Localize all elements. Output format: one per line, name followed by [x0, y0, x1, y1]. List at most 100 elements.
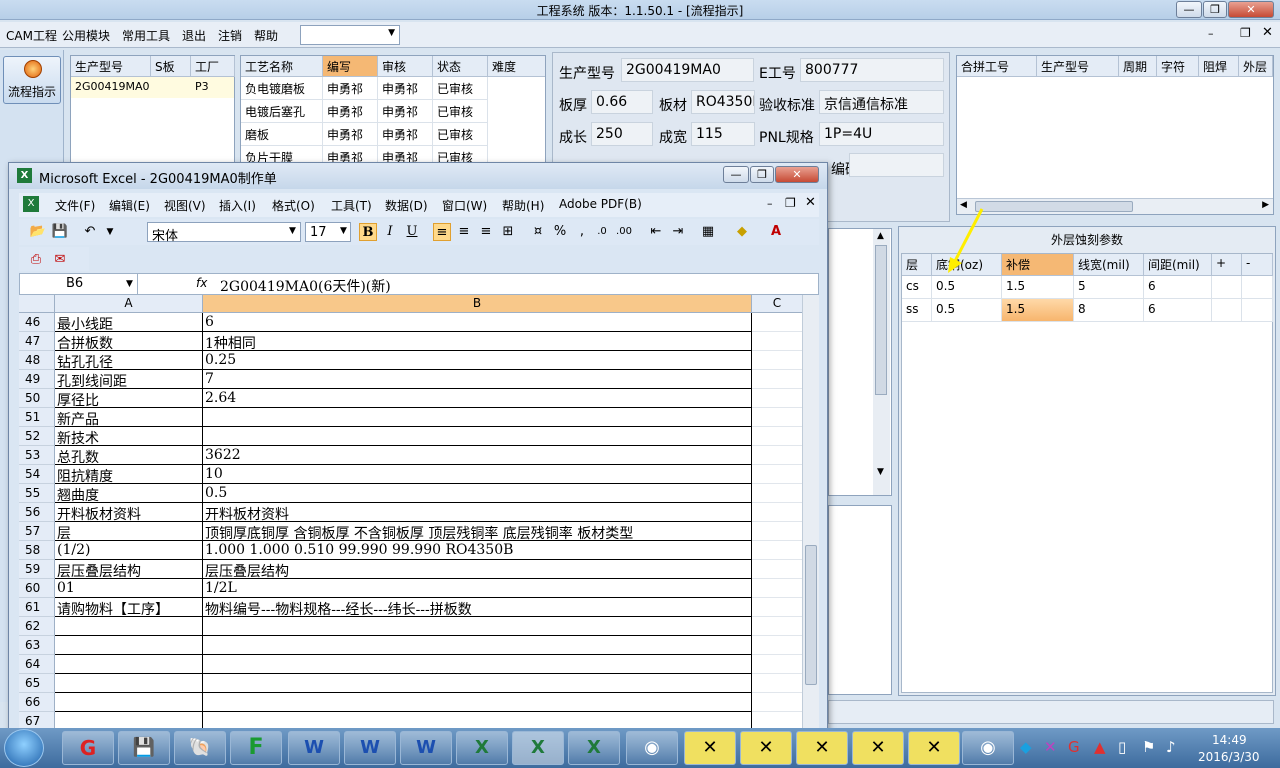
etch-spacing-cell[interactable]: 6 — [1144, 299, 1212, 322]
taskbar-excel-1[interactable]: X — [456, 731, 508, 765]
menu-help[interactable]: 帮助 — [254, 27, 278, 44]
clock-date[interactable]: 2016/3/30 — [1198, 750, 1260, 764]
column-header-b[interactable]: B — [203, 295, 752, 313]
cell-a[interactable]: 层压叠层结构 — [55, 560, 203, 579]
cell-a[interactable]: 01 — [55, 579, 203, 598]
cell-c[interactable] — [752, 674, 802, 693]
cell-c[interactable] — [752, 541, 802, 560]
row-number[interactable]: 63 — [19, 636, 55, 655]
open-icon[interactable]: 📂 — [29, 223, 47, 241]
cell-b[interactable] — [203, 655, 752, 674]
row-number[interactable]: 47 — [19, 332, 55, 351]
length-field[interactable]: 250 — [591, 122, 653, 146]
etch-col-compensation[interactable]: 补偿 — [1002, 254, 1074, 276]
cell-a[interactable]: 厚径比 — [55, 389, 203, 408]
taskbar-app-save[interactable]: 💾 — [118, 731, 170, 765]
excel-close-button[interactable]: ✕ — [775, 166, 819, 183]
taskbar-app-shell[interactable]: 🐚 — [174, 731, 226, 765]
cell-c[interactable] — [752, 579, 802, 598]
row-number[interactable]: 48 — [19, 351, 55, 370]
cell-a[interactable]: 开料板材资料 — [55, 503, 203, 522]
taskbar-app-x5[interactable]: ✕ — [908, 731, 960, 765]
merge-col-char[interactable]: 字符 — [1157, 56, 1199, 77]
cell-a[interactable]: 孔到线间距 — [55, 370, 203, 389]
increase-decimal-button[interactable]: .0 — [593, 223, 611, 241]
row-number[interactable]: 62 — [19, 617, 55, 636]
cell-a[interactable] — [55, 674, 203, 693]
menu-common-tools[interactable]: 常用工具 — [122, 27, 170, 44]
process-writer-cell[interactable]: 申勇祁 — [323, 100, 378, 123]
bold-button[interactable]: B — [359, 223, 377, 241]
process-reviewer-cell[interactable]: 申勇祁 — [378, 100, 433, 123]
close-button[interactable]: ✕ — [1228, 1, 1274, 18]
tray-x-icon[interactable]: ✕ — [1044, 738, 1057, 756]
font-color-button[interactable]: A — [767, 223, 785, 241]
cell-c[interactable] — [752, 351, 802, 370]
cell-b[interactable] — [203, 693, 752, 712]
xl-menu-adobe-pdf[interactable]: Adobe PDF(B) — [559, 197, 642, 211]
font-name-select[interactable]: 宋体 — [147, 222, 301, 244]
chevron-down-icon[interactable]: ▼ — [340, 226, 347, 236]
cell-c[interactable] — [752, 655, 802, 674]
menu-common-module[interactable]: 公用模块 — [62, 27, 110, 44]
scroll-thumb[interactable] — [805, 545, 817, 685]
row-number[interactable]: 53 — [19, 446, 55, 465]
row-number[interactable]: 58 — [19, 541, 55, 560]
sheet-vscrollbar[interactable] — [802, 295, 819, 735]
scroll-right-icon[interactable]: ▶ — [1262, 200, 1269, 210]
italic-button[interactable]: I — [381, 223, 399, 241]
process-writer-cell[interactable]: 申勇祁 — [323, 77, 378, 100]
process-name-cell[interactable]: 电镀后塞孔 — [241, 100, 323, 123]
xl-doc-restore-icon[interactable]: ❐ — [785, 196, 796, 210]
cell-c[interactable] — [752, 313, 802, 332]
column-header-a[interactable]: A — [55, 295, 203, 313]
cell-b[interactable]: 开料板材资料 — [203, 503, 752, 522]
order-col-factory[interactable]: 工厂 — [191, 56, 235, 77]
cell-a[interactable]: 钻孔孔径 — [55, 351, 203, 370]
cell-b[interactable]: 3622 — [203, 446, 752, 465]
cell-a[interactable]: 总孔数 — [55, 446, 203, 465]
etch-col-spacing[interactable]: 间距(mil) — [1144, 254, 1212, 276]
cell-a[interactable] — [55, 636, 203, 655]
xl-menu-tools[interactable]: 工具(T) — [331, 197, 372, 214]
scroll-thumb[interactable] — [875, 245, 887, 395]
chevron-down-icon[interactable]: ▼ — [289, 226, 296, 236]
formula-input[interactable]: 2G00419MA0(6天件)(新) — [220, 276, 391, 296]
cell-c[interactable] — [752, 389, 802, 408]
cell-b[interactable]: 2.64 — [203, 389, 752, 408]
xl-menu-help[interactable]: 帮助(H) — [502, 197, 544, 214]
row-number[interactable]: 52 — [19, 427, 55, 446]
increase-indent-button[interactable]: ⇥ — [669, 223, 687, 241]
restore-button[interactable]: ❐ — [1203, 1, 1227, 18]
cell-c[interactable] — [752, 636, 802, 655]
cell-b[interactable]: 6 — [203, 313, 752, 332]
order-col-model[interactable]: 生产型号 — [71, 56, 151, 77]
cell-c[interactable] — [752, 503, 802, 522]
cell-b[interactable]: 0.25 — [203, 351, 752, 370]
cell-b[interactable]: 0.5 — [203, 484, 752, 503]
minimize-button[interactable]: — — [1176, 1, 1202, 18]
row-number[interactable]: 56 — [19, 503, 55, 522]
scroll-thumb[interactable] — [975, 201, 1133, 212]
merge-col-outer[interactable]: 外层 — [1239, 56, 1273, 77]
row-number[interactable]: 65 — [19, 674, 55, 693]
cell-a[interactable] — [55, 693, 203, 712]
standard-field[interactable]: 京信通信标准 — [819, 90, 944, 114]
cell-b[interactable] — [203, 636, 752, 655]
align-right-button[interactable]: ≡ — [477, 223, 495, 241]
row-number[interactable]: 57 — [19, 522, 55, 541]
cell-b[interactable] — [203, 674, 752, 693]
process-reviewer-cell[interactable]: 申勇祁 — [378, 77, 433, 100]
cell-c[interactable] — [752, 332, 802, 351]
etch-compensation-cell[interactable]: 1.5 — [1002, 276, 1074, 299]
cell-a[interactable]: 阻抗精度 — [55, 465, 203, 484]
process-col-reviewer[interactable]: 审核 — [378, 56, 433, 77]
taskbar-app-x3[interactable]: ✕ — [796, 731, 848, 765]
name-box[interactable]: B6 — [20, 274, 138, 294]
cell-b[interactable] — [203, 427, 752, 446]
taskbar-app-g[interactable]: G — [62, 731, 114, 765]
cell-c[interactable] — [752, 465, 802, 484]
process-status-cell[interactable]: 已审核 — [433, 77, 488, 100]
process-col-writer[interactable]: 编写 — [323, 56, 378, 77]
cell-c[interactable] — [752, 617, 802, 636]
